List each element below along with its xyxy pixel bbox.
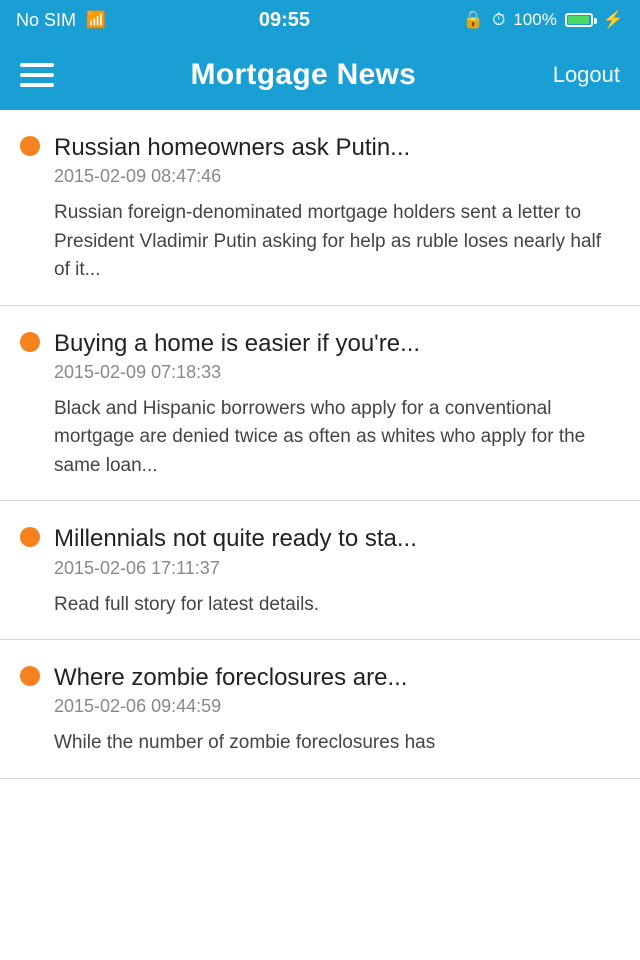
nav-bar: Mortgage News Logout: [0, 40, 640, 110]
news-date: 2015-02-06 09:44:59: [54, 696, 620, 717]
news-header: Russian homeowners ask Putin... 2015-02-…: [20, 132, 620, 187]
carrier-label: No SIM: [16, 10, 76, 31]
news-excerpt: Russian foreign-denominated mortgage hol…: [54, 199, 620, 285]
battery-percent: 100%: [513, 10, 556, 30]
news-header: Millennials not quite ready to sta... 20…: [20, 523, 620, 578]
status-left: No SIM 📶: [16, 10, 106, 31]
news-title: Millennials not quite ready to sta...: [54, 523, 620, 554]
news-date: 2015-02-09 08:47:46: [54, 166, 620, 187]
status-right: 🔒 ⏱ 100% ⚡: [463, 10, 624, 30]
alarm-icon: ⏱: [492, 10, 505, 30]
news-date: 2015-02-09 07:18:33: [54, 362, 620, 383]
news-header: Buying a home is easier if you're... 201…: [20, 328, 620, 383]
news-excerpt: While the number of zombie foreclosures …: [54, 729, 620, 758]
news-list: Russian homeowners ask Putin... 2015-02-…: [0, 110, 640, 779]
news-excerpt: Read full story for latest details.: [54, 591, 620, 620]
unread-dot: [20, 666, 40, 686]
list-item[interactable]: Millennials not quite ready to sta... 20…: [0, 501, 640, 640]
news-date: 2015-02-06 17:11:37: [54, 558, 620, 579]
hamburger-line-2: [20, 73, 54, 77]
status-bar: No SIM 📶 09:55 🔒 ⏱ 100% ⚡: [0, 0, 640, 40]
news-title-block: Russian homeowners ask Putin... 2015-02-…: [54, 132, 620, 187]
logout-button[interactable]: Logout: [553, 62, 620, 88]
page-title: Mortgage News: [191, 58, 417, 92]
news-title-block: Millennials not quite ready to sta... 20…: [54, 523, 620, 578]
news-title: Russian homeowners ask Putin...: [54, 132, 620, 163]
battery-fill: [568, 16, 590, 24]
news-title-block: Buying a home is easier if you're... 201…: [54, 328, 620, 383]
news-title-block: Where zombie foreclosures are... 2015-02…: [54, 662, 620, 717]
news-title: Buying a home is easier if you're...: [54, 328, 620, 359]
hamburger-line-1: [20, 63, 54, 67]
news-header: Where zombie foreclosures are... 2015-02…: [20, 662, 620, 717]
menu-button[interactable]: [20, 63, 54, 87]
wifi-icon: 📶: [86, 10, 106, 30]
list-item[interactable]: Russian homeowners ask Putin... 2015-02-…: [0, 110, 640, 306]
status-time: 09:55: [259, 9, 310, 32]
battery-icon: [565, 13, 593, 27]
lock-icon: 🔒: [463, 10, 484, 30]
unread-dot: [20, 136, 40, 156]
unread-dot: [20, 332, 40, 352]
news-title: Where zombie foreclosures are...: [54, 662, 620, 693]
list-item[interactable]: Buying a home is easier if you're... 201…: [0, 306, 640, 502]
news-excerpt: Black and Hispanic borrowers who apply f…: [54, 395, 620, 481]
hamburger-line-3: [20, 83, 54, 87]
charging-icon: ⚡: [603, 10, 624, 30]
list-item[interactable]: Where zombie foreclosures are... 2015-02…: [0, 640, 640, 779]
unread-dot: [20, 527, 40, 547]
